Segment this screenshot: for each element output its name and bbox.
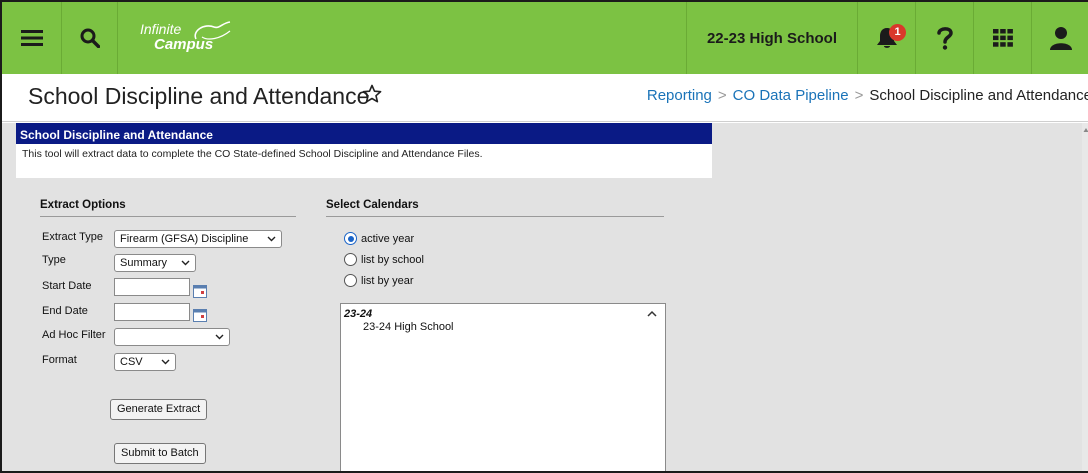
radio-selected-icon [344,232,357,245]
chevron-down-icon [267,236,276,242]
adhoc-filter-label: Ad Hoc Filter [42,329,106,341]
panel-header: School Discipline and Attendance [16,123,712,144]
calendar-listbox[interactable]: 23-24 23-24 High School [340,303,666,471]
calendar-group-label: 23-24 [344,308,373,320]
menu-button[interactable] [2,2,62,74]
extract-type-select[interactable]: Firearm (GFSA) Discipline [114,230,282,248]
format-label: Format [42,354,77,366]
page-header: School Discipline and Attendance Reporti… [2,74,1088,122]
help-button[interactable] [916,2,974,74]
content-area: School Discipline and Attendance This to… [2,123,1088,471]
type-value: Summary [120,257,168,269]
school-name: 22-23 High School [706,29,837,47]
radio-list-by-school-label: list by school [361,253,424,266]
infinite-campus-logo[interactable]: Infinite Campus [140,18,260,58]
scroll-up-icon[interactable] [647,310,657,318]
radio-list-by-year[interactable]: list by year [344,274,414,287]
format-select[interactable]: CSV [114,353,176,371]
breadcrumb-current: School Discipline and Attendance [869,87,1088,104]
radio-active-year-label: active year [361,232,415,245]
radio-list-by-year-label: list by year [361,274,414,287]
extract-options-title: Extract Options [40,199,296,217]
end-date-label: End Date [42,305,88,317]
breadcrumb-separator: > [854,87,864,104]
calendar-icon[interactable] [193,309,207,322]
chevron-down-icon [215,334,224,340]
generate-extract-button[interactable]: Generate Extract [110,399,208,420]
logo-line1: Infinite [140,21,182,37]
breadcrumb-separator: > [717,87,727,104]
chevron-down-icon [161,359,170,365]
select-calendars-title: Select Calendars [326,199,664,217]
format-value: CSV [120,356,143,368]
breadcrumb-reporting[interactable]: Reporting [647,87,712,104]
notifications-button[interactable]: 1 [858,2,916,74]
start-date-label: Start Date [42,280,92,292]
school-selector[interactable]: 22-23 High School [685,2,858,74]
calendar-option[interactable]: 23-24 High School [363,321,454,333]
notification-count-badge: 1 [889,24,906,41]
top-navigation-bar: Infinite Campus 22-23 High School 1 [2,2,1088,74]
start-date-input[interactable] [114,278,190,296]
breadcrumb-co-data-pipeline[interactable]: CO Data Pipeline [733,87,849,104]
type-label: Type [42,254,66,266]
calendar-icon[interactable] [193,285,207,298]
chevron-down-icon [181,260,190,266]
type-select[interactable]: Summary [114,254,196,272]
app-grid-icon [992,29,1013,47]
user-icon [1050,27,1072,50]
page-scrollbar[interactable] [1082,123,1088,471]
app-window: Infinite Campus 22-23 High School 1 Scho… [0,0,1088,473]
radio-unselected-icon [344,253,357,266]
adhoc-filter-select[interactable] [114,328,230,346]
extract-type-value: Firearm (GFSA) Discipline [120,233,249,245]
end-date-input[interactable] [114,303,190,321]
user-menu-button[interactable] [1032,2,1088,74]
radio-active-year[interactable]: active year [344,232,414,245]
page-title: School Discipline and Attendance [28,83,370,109]
scroll-up-icon[interactable] [1083,127,1088,133]
logo-swoosh-icon [194,21,231,40]
extract-panel: School Discipline and Attendance This to… [16,123,712,471]
radio-unselected-icon [344,274,357,287]
panel-description: This tool will extract data to complete … [16,144,712,178]
radio-list-by-school[interactable]: list by school [344,253,424,266]
apps-button[interactable] [974,2,1032,74]
extract-type-label: Extract Type [42,231,103,243]
submit-to-batch-button[interactable]: Submit to Batch [114,443,206,464]
search-button[interactable] [62,2,118,74]
question-mark-icon [936,27,953,50]
star-outline-icon[interactable] [362,84,382,104]
search-icon [80,28,100,48]
hamburger-menu-icon [20,30,43,46]
breadcrumb: Reporting > CO Data Pipeline > School Discip… [647,87,1088,104]
